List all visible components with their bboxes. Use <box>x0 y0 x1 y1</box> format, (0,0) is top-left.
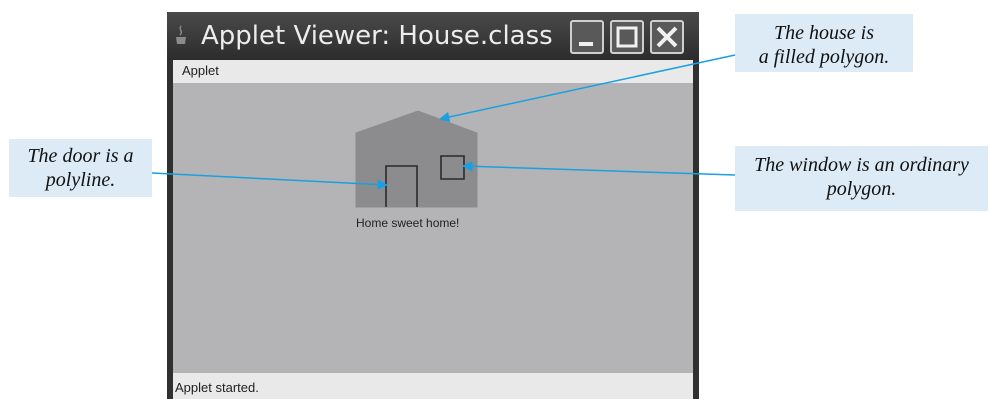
annotation-arrows <box>151 54 736 190</box>
door-arrow <box>151 172 389 190</box>
window-arrow <box>461 161 736 176</box>
house-arrow <box>438 54 736 123</box>
